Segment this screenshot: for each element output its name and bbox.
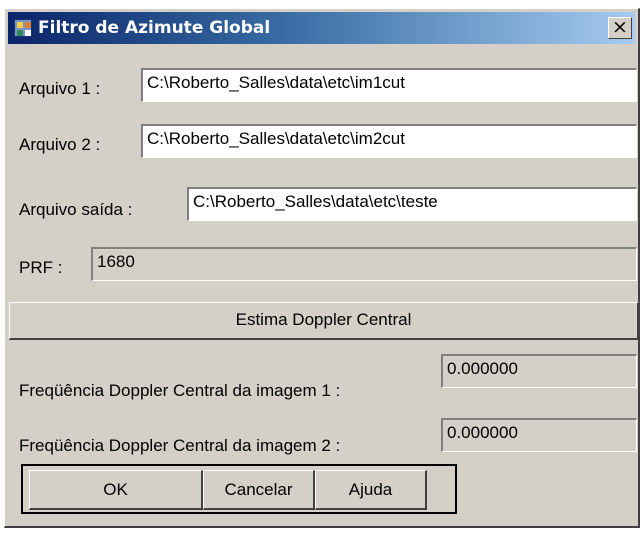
- help-button[interactable]: Ajuda: [315, 470, 427, 510]
- freq1-field: 0.000000: [441, 354, 637, 388]
- estima-doppler-button[interactable]: Estima Doppler Central: [9, 302, 639, 340]
- arquivo-saida-input[interactable]: C:\Roberto_Salles\data\etc\teste: [187, 187, 637, 221]
- arquivo1-label: Arquivo 1 :: [19, 79, 101, 98]
- arquivo2-label: Arquivo 2 :: [19, 135, 101, 154]
- arquivo2-input[interactable]: C:\Roberto_Salles\data\etc\im2cut: [141, 124, 637, 158]
- ok-button[interactable]: OK: [29, 470, 203, 510]
- freq2-label: Freqüência Doppler Central da imagem 2 :: [19, 436, 341, 455]
- freq2-field: 0.000000: [441, 418, 637, 452]
- title-bar[interactable]: Filtro de Azimute Global ×: [8, 12, 635, 44]
- close-button[interactable]: ×: [608, 17, 632, 39]
- dialog-window: Filtro de Azimute Global × Arquivo 1 : C…: [4, 8, 640, 528]
- cancel-button[interactable]: Cancelar: [203, 470, 315, 510]
- prf-field: 1680: [91, 247, 637, 281]
- arquivo-saida-label: Arquivo saída :: [19, 200, 133, 219]
- arquivo1-input[interactable]: C:\Roberto_Salles\data\etc\im1cut: [141, 68, 637, 102]
- freq1-label: Freqüência Doppler Central da imagem 1 :: [19, 381, 341, 400]
- window-title: Filtro de Azimute Global: [38, 18, 271, 38]
- app-icon: [14, 19, 32, 37]
- prf-label: PRF :: [19, 258, 63, 277]
